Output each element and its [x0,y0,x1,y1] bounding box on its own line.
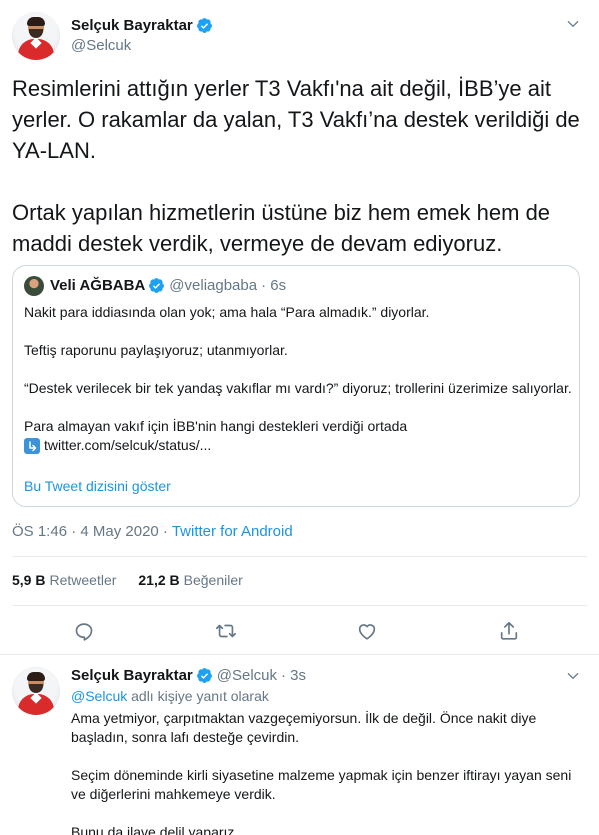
reply-text: Ama yetmiyor, çarpıtmaktan vazgeçemiyors… [71,709,583,835]
verified-badge-icon [196,18,212,33]
reply-paragraph: Bunu da ilave delil yaparız. [71,824,239,835]
quoted-paragraph: Para almayan vakıf için İBB'nin hangi de… [24,417,572,455]
main-tweet: Selçuk Bayraktar @Selcuk Resimlerini att… [0,0,599,655]
likes-label: Beğeniler [183,572,243,588]
quoted-time: · 6s [261,277,287,294]
reply-icon[interactable] [73,620,95,642]
tweet-source[interactable]: Twitter for Android [172,523,293,540]
retweets-label: Retweetler [49,572,117,588]
quoted-link[interactable]: twitter.com/selcuk/status/... [24,436,572,455]
author-handle[interactable]: @Selcuk [71,37,131,54]
reply-time[interactable]: · 3s [281,667,306,684]
reply-author-row: Selçuk Bayraktar @Selcuk · 3s [71,667,306,684]
likes-stat[interactable]: 21,2 B Beğeniler [138,572,242,588]
reply-tweet[interactable]: Selçuk Bayraktar @Selcuk · 3s @Selcuk ad… [0,655,599,835]
tweet-text: Resimlerini attığın yerler T3 Vakfı'na a… [12,73,592,259]
show-thread-link[interactable]: Bu Tweet dizisini göster [24,478,171,494]
reply-handle[interactable]: @Selcuk [217,667,277,684]
heart-icon[interactable] [356,620,378,642]
quoted-paragraph: “Destek verilecek bir tek yandaş vakıfla… [24,380,572,396]
tweet-stats: 5,9 B Retweetler 21,2 B Beğeniler [12,572,243,588]
tweet-timestamp[interactable]: ÖS 1:46 · 4 May 2020 · [12,523,172,540]
avatar[interactable] [12,12,60,60]
likes-count: 21,2 B [138,572,180,588]
reply-to-suffix: adlı kişiye yanıt olarak [127,688,269,704]
chevron-down-icon[interactable] [566,17,580,31]
retweet-icon[interactable] [215,620,237,642]
quoted-avatar [24,276,44,296]
quoted-paragraph: Teftiş raporunu paylaşıyoruz; utanmıyorl… [24,342,288,358]
reply-paragraph: Ama yetmiyor, çarpıtmaktan vazgeçemiyors… [71,710,537,745]
reply-paragraph: Seçim döneminde kirli siyasetine malzeme… [71,767,572,802]
verified-badge-icon [149,278,165,293]
quoted-tweet[interactable]: Veli AĞBABA @veliagbaba · 6s Nakit para … [12,265,580,507]
author-display-name[interactable]: Selçuk Bayraktar [71,17,193,34]
retweets-stat[interactable]: 5,9 B Retweetler [12,572,116,588]
tweet-paragraph: Ortak yapılan hizmetlerin üstüne biz hem… [12,200,557,256]
reply-display-name[interactable]: Selçuk Bayraktar [71,667,193,684]
retweets-count: 5,9 B [12,572,46,588]
return-arrow-icon [24,437,40,454]
quoted-paragraph: Nakit para iddiasında olan yok; ama hala… [24,304,430,320]
quoted-last-line: Para almayan vakıf için İBB'nin hangi de… [24,418,408,434]
chevron-down-icon[interactable] [566,669,580,683]
tweet-actions [0,614,599,648]
quoted-text: Nakit para iddiasında olan yok; ama hala… [24,303,572,455]
share-icon[interactable] [498,620,520,642]
reply-mention[interactable]: @Selcuk [71,688,127,704]
author-name-row: Selçuk Bayraktar [71,17,213,34]
quoted-handle: @veliagbaba [169,277,258,294]
avatar[interactable] [12,667,60,715]
verified-badge-icon [196,668,212,683]
divider [12,605,587,606]
replying-to: @Selcuk adlı kişiye yanıt olarak [71,688,269,704]
quoted-display-name: Veli AĞBABA [50,277,146,294]
quoted-header: Veli AĞBABA @veliagbaba · 6s [50,277,286,294]
divider [12,556,587,557]
tweet-meta: ÖS 1:46 · 4 May 2020 · Twitter for Andro… [12,523,293,540]
tweet-paragraph: Resimlerini attığın yerler T3 Vakfı'na a… [12,76,586,163]
quoted-link-text[interactable]: twitter.com/selcuk/status/... [44,436,211,455]
